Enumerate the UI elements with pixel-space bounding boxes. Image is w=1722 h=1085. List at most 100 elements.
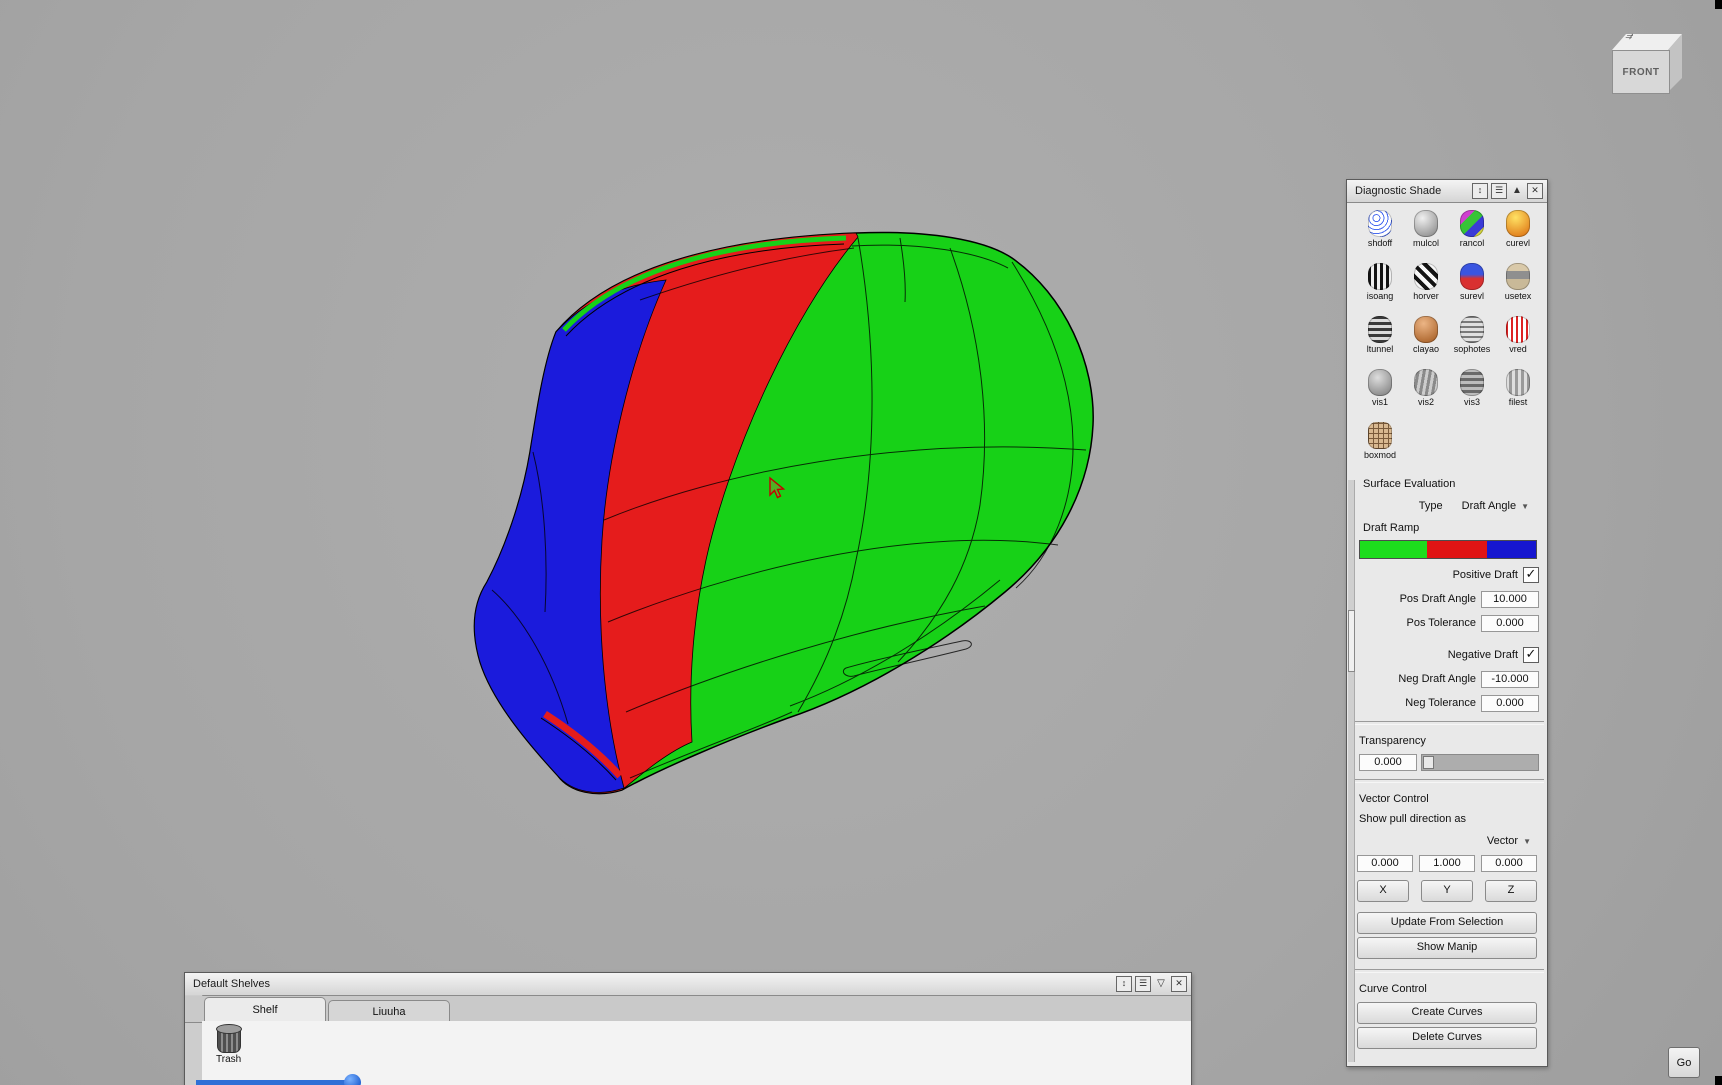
delete-curves-button[interactable]: Delete Curves (1357, 1027, 1537, 1049)
palette-scrollbar[interactable] (1348, 480, 1355, 1062)
shader-mulcol-icon[interactable] (1414, 210, 1438, 237)
shader-isoang[interactable]: isoang (1357, 263, 1403, 301)
shader-ltunnel-icon[interactable] (1368, 316, 1392, 343)
type-label: Type (1419, 500, 1443, 512)
negative-draft-checkbox[interactable]: ✓ (1523, 647, 1539, 663)
transparency-field[interactable]: 0.000 (1359, 754, 1417, 771)
shader-vis3-icon[interactable] (1460, 369, 1484, 396)
shelves-titlebar[interactable]: Default Shelves ↕ ☰ ▽ ✕ (185, 973, 1191, 996)
shader-shdoff[interactable]: shdoff (1357, 210, 1403, 248)
transparency-slider-thumb[interactable] (1423, 756, 1434, 769)
neg-tolerance-row: Neg Tolerance 0.000 (1347, 691, 1547, 715)
shader-rancol[interactable]: rancol (1449, 210, 1495, 248)
shader-clayao-icon[interactable] (1414, 316, 1438, 343)
shader-vis2[interactable]: vis2 (1403, 369, 1449, 407)
shader-usetex[interactable]: usetex (1495, 263, 1541, 301)
diagnostic-shade-palette: Diagnostic Shade ↕ ☰ ▲ ✕ shdoff mulcol r… (1346, 179, 1548, 1067)
shader-isoang-icon[interactable] (1368, 263, 1392, 290)
shader-sophotes-icon[interactable] (1460, 316, 1484, 343)
shader-rancol-icon[interactable] (1460, 210, 1484, 237)
positive-draft-checkbox[interactable]: ✓ (1523, 567, 1539, 583)
go-button[interactable]: Go (1668, 1047, 1700, 1078)
shader-label: vis3 (1464, 397, 1480, 407)
divider (1350, 721, 1544, 725)
axis-buttons-row: X Y Z (1347, 878, 1547, 904)
view-cube-front-face[interactable]: FRONT (1612, 50, 1670, 94)
application-viewport[interactable]: ⇉ FRONT Diagnostic Shade ↕ ☰ ▲ ✕ shdoff … (0, 0, 1722, 1085)
window-collapse-icon[interactable]: ▲ (1510, 184, 1524, 198)
shader-label: shdoff (1368, 238, 1392, 248)
shader-shdoff-icon[interactable] (1368, 210, 1392, 237)
shader-horver[interactable]: horver (1403, 263, 1449, 301)
vector-mode-dropdown[interactable]: Vector ▼ (1487, 835, 1535, 847)
shader-filest[interactable]: filest (1495, 369, 1541, 407)
chevron-down-icon: ▼ (1523, 837, 1531, 846)
window-resize-icon[interactable]: ↕ (1116, 976, 1132, 992)
taskbar-app-dot[interactable] (344, 1074, 361, 1085)
trash-icon[interactable] (217, 1027, 241, 1053)
type-dropdown[interactable]: Draft Angle ▼ (1462, 500, 1533, 512)
model-mirror-housing[interactable] (474, 232, 1093, 793)
shader-vis1[interactable]: vis1 (1357, 369, 1403, 407)
axis-y-button[interactable]: Y (1421, 880, 1473, 902)
draft-ramp-bar[interactable] (1359, 540, 1537, 559)
shader-clayao[interactable]: clayao (1403, 316, 1449, 354)
transparency-slider[interactable] (1421, 754, 1539, 771)
window-resize-icon[interactable]: ↕ (1472, 183, 1488, 199)
chevron-down-icon: ▼ (1521, 502, 1529, 511)
shader-filest-icon[interactable] (1506, 369, 1530, 396)
shader-grid: shdoff mulcol rancol curevl isoang horve… (1347, 203, 1547, 464)
negative-draft-row: Negative Draft ✓ (1347, 643, 1547, 667)
palette-scrollbar-thumb[interactable] (1348, 610, 1355, 672)
show-manip-button[interactable]: Show Manip (1357, 937, 1537, 959)
shader-label: filest (1509, 397, 1528, 407)
shader-surevl[interactable]: surevl (1449, 263, 1495, 301)
shelf-item-trash[interactable]: Trash (216, 1027, 241, 1065)
neg-draft-angle-field[interactable]: -10.000 (1481, 671, 1539, 688)
diagnostic-shade-titlebar[interactable]: Diagnostic Shade ↕ ☰ ▲ ✕ (1347, 180, 1547, 203)
neg-tolerance-field[interactable]: 0.000 (1481, 695, 1539, 712)
shader-usetex-icon[interactable] (1506, 263, 1530, 290)
shader-label: vis1 (1372, 397, 1388, 407)
shader-vred-icon[interactable] (1506, 316, 1530, 343)
shader-curevl-icon[interactable] (1506, 210, 1530, 237)
shader-boxmod[interactable]: boxmod (1357, 422, 1403, 460)
shader-surevl-icon[interactable] (1460, 263, 1484, 290)
shader-vis2-icon[interactable] (1414, 369, 1438, 396)
ramp-blue-segment (1487, 541, 1536, 558)
shader-vred[interactable]: vred (1495, 316, 1541, 354)
shader-horver-icon[interactable] (1414, 263, 1438, 290)
positive-draft-label: Positive Draft (1453, 569, 1518, 581)
shader-vis1-icon[interactable] (1368, 369, 1392, 396)
shader-ltunnel[interactable]: ltunnel (1357, 316, 1403, 354)
surface-evaluation-heading: Surface Evaluation (1347, 474, 1547, 494)
window-collapse-icon[interactable]: ▽ (1154, 977, 1168, 991)
pos-tolerance-field[interactable]: 0.000 (1481, 615, 1539, 632)
axis-x-button[interactable]: X (1357, 880, 1409, 902)
update-from-selection-button[interactable]: Update From Selection (1357, 912, 1537, 934)
shader-boxmod-icon[interactable] (1368, 422, 1392, 449)
tab-shelf[interactable]: Shelf (204, 997, 326, 1022)
pos-draft-angle-row: Pos Draft Angle 10.000 (1347, 587, 1547, 611)
vector-y-field[interactable]: 1.000 (1419, 855, 1475, 872)
window-close-icon[interactable]: ✕ (1527, 183, 1543, 199)
vector-x-field[interactable]: 0.000 (1357, 855, 1413, 872)
shelves-title: Default Shelves (193, 978, 1113, 990)
window-menu-icon[interactable]: ☰ (1135, 976, 1151, 992)
view-cube[interactable]: ⇉ FRONT (1604, 28, 1696, 116)
shader-label: usetex (1505, 291, 1532, 301)
shader-label: rancol (1460, 238, 1485, 248)
axis-z-button[interactable]: Z (1485, 880, 1537, 902)
pos-draft-angle-field[interactable]: 10.000 (1481, 591, 1539, 608)
type-dropdown-value: Draft Angle (1462, 500, 1516, 512)
shader-vis3[interactable]: vis3 (1449, 369, 1495, 407)
shader-sophotes[interactable]: sophotes (1449, 316, 1495, 354)
window-close-icon[interactable]: ✕ (1171, 976, 1187, 992)
tab-liuuha[interactable]: Liuuha (328, 1000, 450, 1022)
shader-mulcol[interactable]: mulcol (1403, 210, 1449, 248)
shader-curevl[interactable]: curevl (1495, 210, 1541, 248)
vector-z-field[interactable]: 0.000 (1481, 855, 1537, 872)
type-row: Type Draft Angle ▼ (1347, 494, 1547, 518)
create-curves-button[interactable]: Create Curves (1357, 1002, 1537, 1024)
window-menu-icon[interactable]: ☰ (1491, 183, 1507, 199)
